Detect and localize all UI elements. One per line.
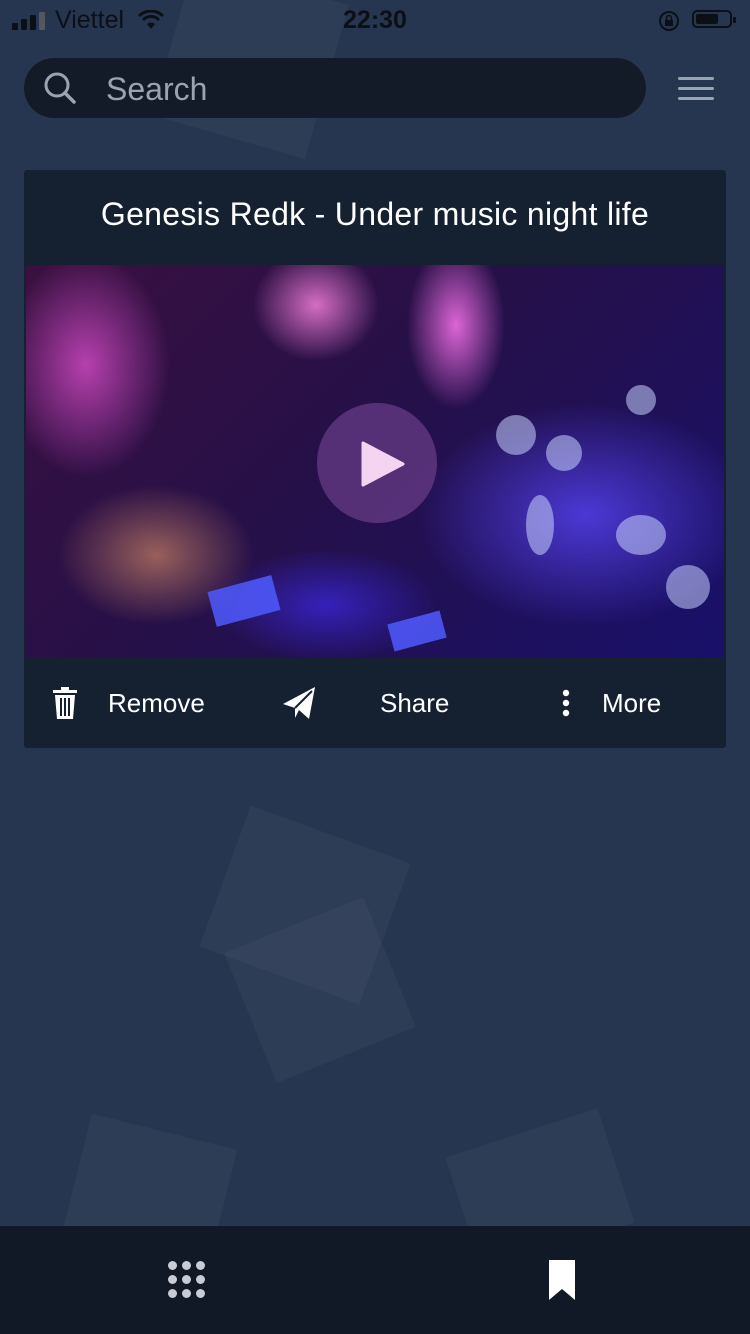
battery-icon: [692, 10, 736, 28]
remove-button[interactable]: Remove: [50, 658, 240, 748]
card-actions: Remove Share More: [24, 658, 726, 748]
rotation-lock-icon: [659, 11, 679, 31]
search-bar: [24, 58, 646, 118]
remove-label: Remove: [108, 688, 205, 718]
play-button[interactable]: [317, 403, 437, 523]
hamburger-menu-icon[interactable]: [676, 74, 716, 104]
play-icon: [361, 441, 405, 487]
video-card: Genesis Redk - Under music night life Re…: [24, 170, 726, 748]
paper-plane-icon: [283, 687, 315, 719]
grid-icon[interactable]: [168, 1261, 206, 1299]
vertical-dots-icon: [562, 689, 570, 717]
clock: 22:30: [343, 6, 407, 34]
trash-icon: [53, 687, 77, 719]
share-button[interactable]: Share: [280, 658, 480, 748]
search-icon: [44, 72, 76, 104]
bookmark-icon[interactable]: [549, 1260, 575, 1300]
more-button[interactable]: More: [554, 658, 704, 748]
bottom-navigation: [0, 1226, 750, 1334]
video-title: Genesis Redk - Under music night life: [100, 196, 650, 232]
search-input[interactable]: [104, 66, 628, 112]
video-thumbnail[interactable]: [26, 265, 724, 658]
more-label: More: [602, 688, 662, 718]
status-bar: Viettel 22:30: [0, 0, 750, 40]
share-label: Share: [380, 688, 450, 718]
